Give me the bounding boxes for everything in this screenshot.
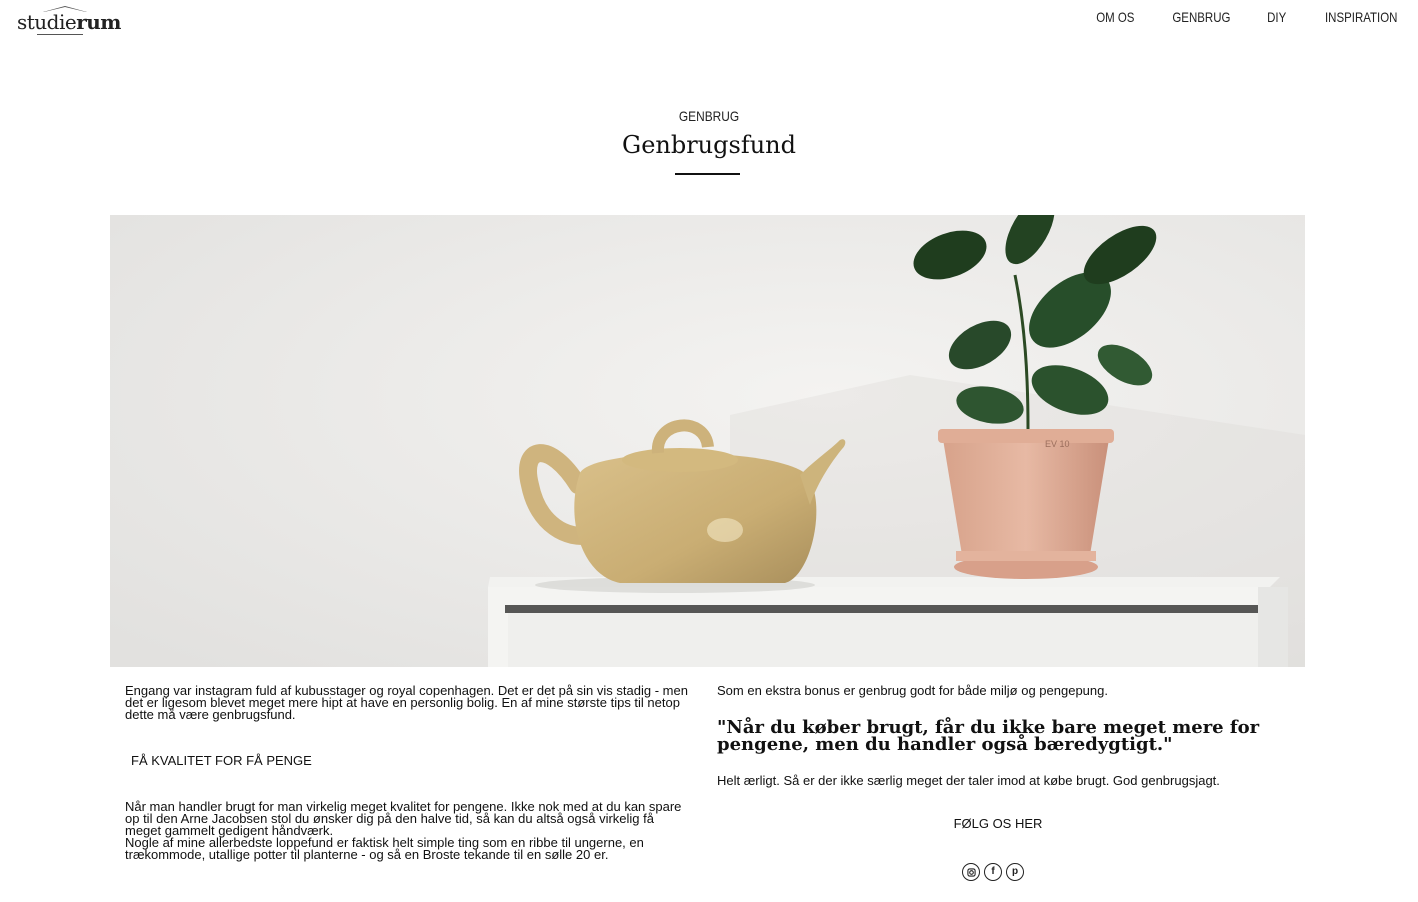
post-title: Genbrugsfund	[622, 131, 796, 159]
nav-item-genbrug[interactable]: GENBRUG	[1173, 9, 1231, 25]
hero-image: EV 10	[110, 215, 1305, 667]
nav-item-om-os[interactable]: OM OS	[1096, 9, 1134, 25]
body-paragraph-2: Nogle af mine allerbedste loppefund er f…	[125, 835, 644, 862]
logo-part-2: rum	[76, 10, 121, 34]
bonus-paragraph: Som en ekstra bonus er genbrug godt for …	[717, 683, 1108, 698]
section-heading: FÅ KVALITET FOR FÅ PENGE	[131, 753, 312, 768]
title-divider	[675, 173, 740, 175]
nav-item-inspiration[interactable]: INSPIRATION	[1325, 9, 1398, 25]
body-paragraph-1: Når man handler brugt for man virkelig m…	[125, 799, 682, 838]
pinterest-icon[interactable]: p	[1006, 863, 1024, 881]
post-category[interactable]: GENBRUG	[106, 108, 1311, 124]
logo-part-1: studie	[17, 10, 77, 34]
site-logo[interactable]: studierum	[17, 6, 121, 36]
social-links: f p	[962, 863, 1024, 881]
logo-text: studierum	[17, 10, 121, 34]
hero-photo: EV 10	[110, 215, 1305, 667]
logo-underline	[37, 34, 83, 35]
pull-quote: "Når du køber brugt, får du ikke bare me…	[717, 717, 1260, 755]
instagram-icon[interactable]	[962, 863, 980, 881]
svg-text:EV 10: EV 10	[1045, 439, 1070, 449]
main-nav: OM OS GENBRUG DIY INSPIRATION	[1092, 9, 1405, 25]
follow-label: FØLG OS HER	[953, 816, 1043, 831]
facebook-icon[interactable]: f	[984, 863, 1002, 881]
closing-paragraph: Helt ærligt. Så er der ikke særlig meget…	[717, 773, 1220, 788]
nav-item-diy[interactable]: DIY	[1267, 9, 1286, 25]
intro-paragraph: Engang var instagram fuld af kubusstager…	[125, 683, 688, 722]
article-right-column: Som en ekstra bonus er genbrug godt for …	[717, 683, 1297, 881]
article-left-column: Engang var instagram fuld af kubusstager…	[125, 683, 690, 862]
